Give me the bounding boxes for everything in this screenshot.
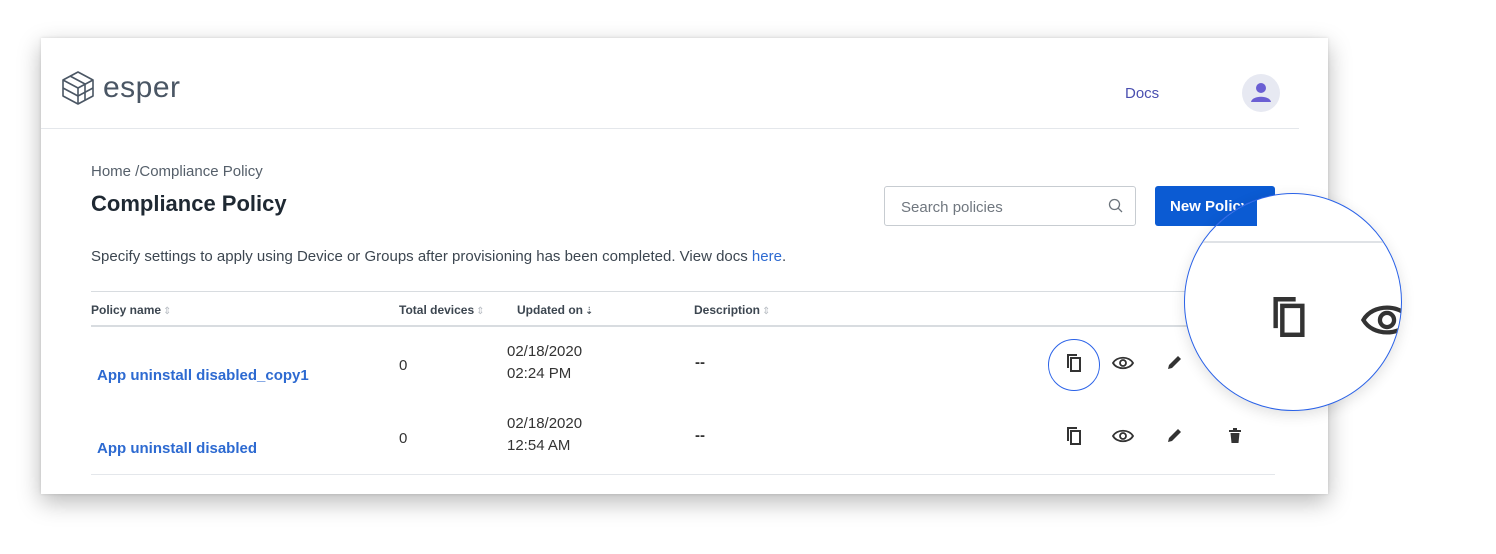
breadcrumb-current: Compliance Policy [139,163,263,180]
sort-icon: ⇕ [476,306,485,317]
zoomed-divider [1185,241,1401,243]
table-row: App uninstall disabled_copy1 0 02/18/202… [91,327,1275,402]
updated-time: 12:54 AM [507,437,571,454]
trash-icon[interactable] [1223,424,1247,448]
breadcrumb-home[interactable]: Home [91,163,131,180]
eye-icon[interactable] [1111,424,1135,448]
total-devices-value: 0 [399,430,408,447]
breadcrumb: Home /Compliance Policy [91,163,263,180]
esper-logo-icon [62,71,94,105]
column-header-total-devices[interactable]: Total devices ⇕ [399,303,485,317]
description-text: Specify settings to apply using Device o… [91,248,752,265]
column-header-updated-on[interactable]: Updated on ⇣ [517,303,593,317]
policy-table: Policy name ⇕ Total devices ⇕ Updated on ⇣ … [91,291,1275,475]
search-box[interactable] [884,186,1136,226]
esper-logo[interactable]: esper [61,70,181,106]
app-window: esper Docs Home /Compliance Policy Compl… [41,38,1328,494]
sort-icon: ⇕ [163,306,172,317]
pencil-icon[interactable] [1162,424,1186,448]
policy-name-link[interactable]: App uninstall disabled [97,440,257,457]
sort-descending-icon: ⇣ [585,306,594,317]
search-icon[interactable] [1107,197,1125,215]
updated-time: 02:24 PM [507,365,572,382]
zoomed-new-policy-button [1185,194,1257,226]
user-avatar[interactable] [1242,74,1280,112]
table-header: Policy name ⇕ Total devices ⇕ Updated on ⇣ … [91,291,1275,327]
page-description: Specify settings to apply using Device o… [91,248,786,265]
eye-icon[interactable] [1111,351,1135,375]
updated-on-value: 02/18/2020 02:24 PM [507,341,582,385]
column-header-description[interactable]: Description ⇕ [694,303,770,317]
total-devices-value: 0 [399,357,408,374]
copy-icon[interactable] [1062,424,1086,448]
column-header-policy-name[interactable]: Policy name ⇕ [91,303,171,317]
updated-date: 02/18/2020 [507,343,583,360]
brand-name: esper [103,71,181,104]
zoomed-copy-icon [1273,297,1305,337]
user-icon [1251,83,1271,102]
policy-name-link[interactable]: App uninstall disabled_copy1 [97,367,309,384]
description-value: -- [695,427,705,444]
zoomed-eye-icon [1361,305,1401,335]
zoom-callout [1184,193,1402,411]
docs-link[interactable]: Docs [1125,85,1159,102]
description-value: -- [695,354,705,371]
page-title: Compliance Policy [91,191,287,216]
top-navbar: esper Docs [41,38,1299,129]
docs-here-link[interactable]: here [752,248,782,265]
search-input[interactable] [899,196,1093,218]
pencil-icon[interactable] [1162,351,1186,375]
sort-icon: ⇕ [762,306,771,317]
updated-date: 02/18/2020 [507,415,583,432]
updated-on-value: 02/18/2020 12:54 AM [507,413,582,457]
table-row: App uninstall disabled 0 02/18/2020 12:5… [91,402,1275,475]
description-period: . [781,248,787,265]
copy-icon[interactable] [1062,351,1086,375]
